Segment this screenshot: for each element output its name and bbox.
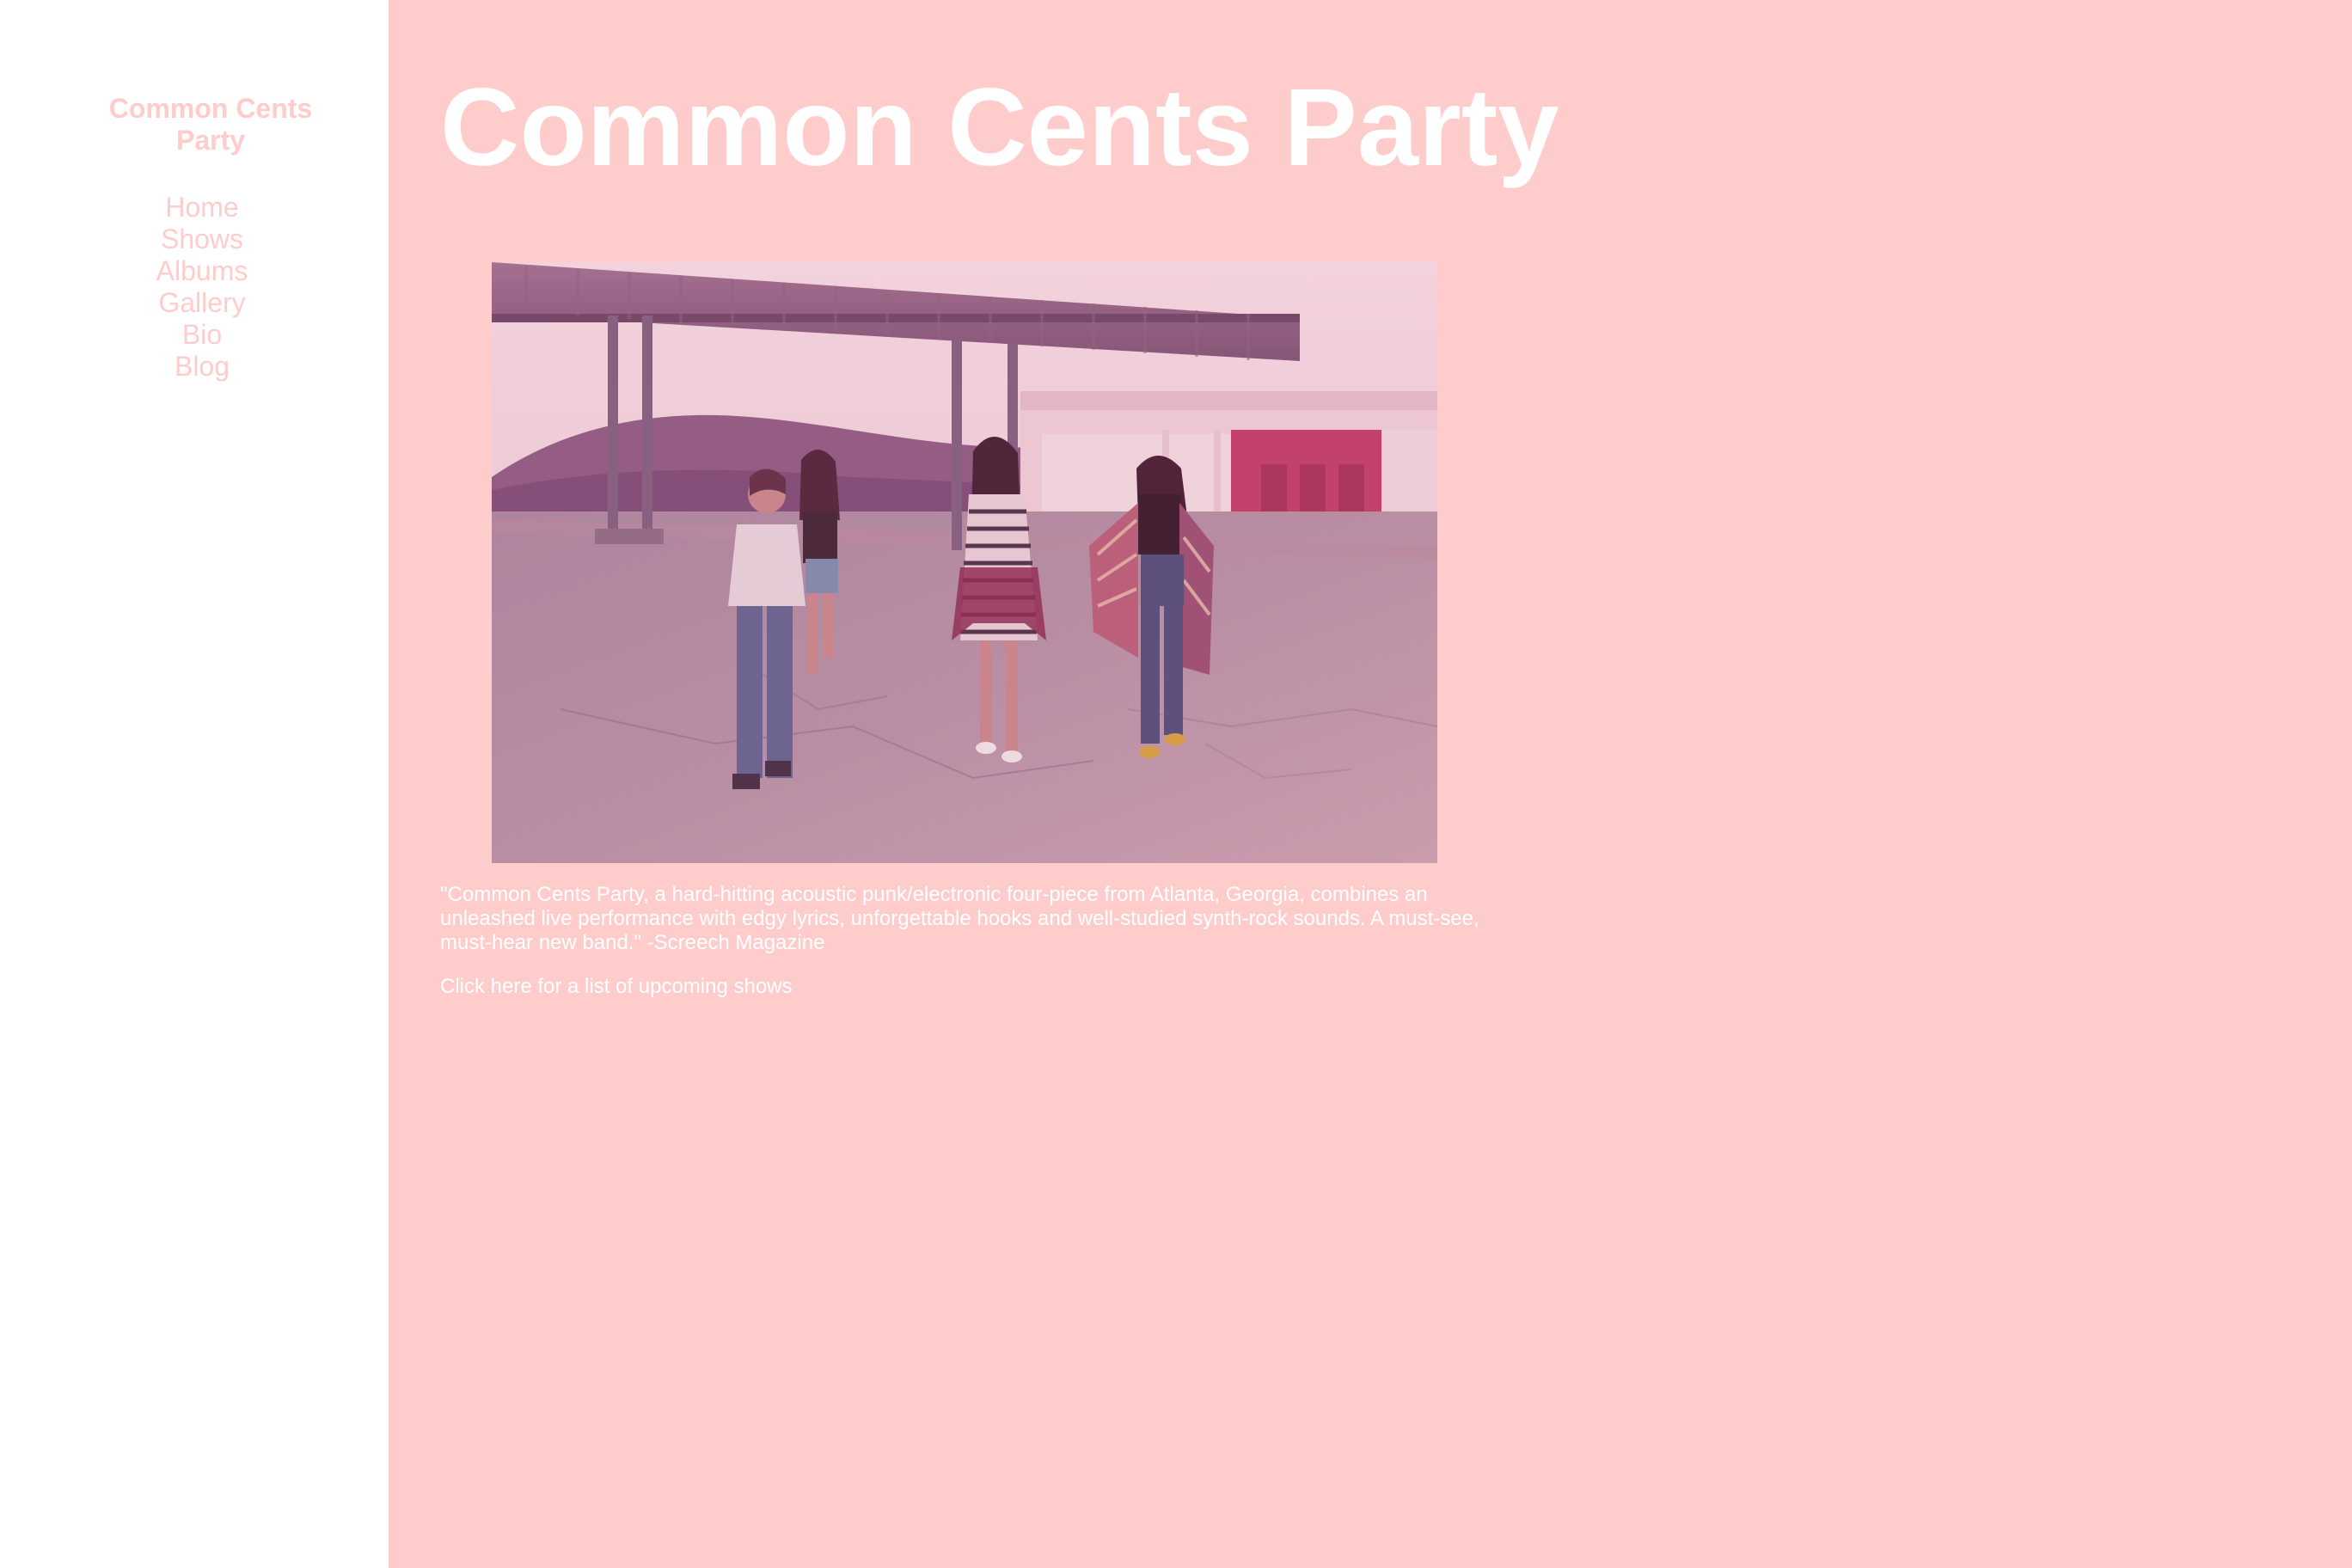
- main-content: Common Cents Party "Common Cents Party, …: [389, 0, 2352, 1568]
- page-title: Common Cents Party: [440, 66, 1559, 189]
- nav-item-blog: Blog: [73, 351, 331, 383]
- nav-item-gallery: Gallery: [73, 287, 331, 319]
- nav-link-home[interactable]: Home: [165, 192, 238, 223]
- nav-item-bio: Bio: [73, 319, 331, 351]
- nav-item-albums: Albums: [73, 255, 331, 287]
- nav-item-home: Home: [73, 192, 331, 224]
- band-photo-illustration: [492, 262, 1437, 863]
- upcoming-shows-link[interactable]: Click here for a list of upcoming shows: [440, 975, 793, 999]
- sidebar: Common Cents Party Home Shows Albums Gal…: [0, 0, 389, 1568]
- nav-item-shows: Shows: [73, 224, 331, 255]
- nav-link-gallery[interactable]: Gallery: [158, 287, 245, 318]
- sidebar-site-name: Common Cents Party: [108, 93, 313, 156]
- nav-link-blog[interactable]: Blog: [175, 351, 230, 382]
- nav-link-shows[interactable]: Shows: [161, 224, 243, 254]
- sidebar-nav: Home Shows Albums Gallery Bio Blog: [73, 192, 331, 383]
- nav-link-bio[interactable]: Bio: [182, 319, 222, 350]
- band-photo: [492, 262, 1437, 863]
- nav-link-albums[interactable]: Albums: [156, 255, 248, 286]
- press-quote: "Common Cents Party, a hard-hitting acou…: [440, 883, 1479, 954]
- page: Common Cents Party Home Shows Albums Gal…: [0, 0, 2352, 1568]
